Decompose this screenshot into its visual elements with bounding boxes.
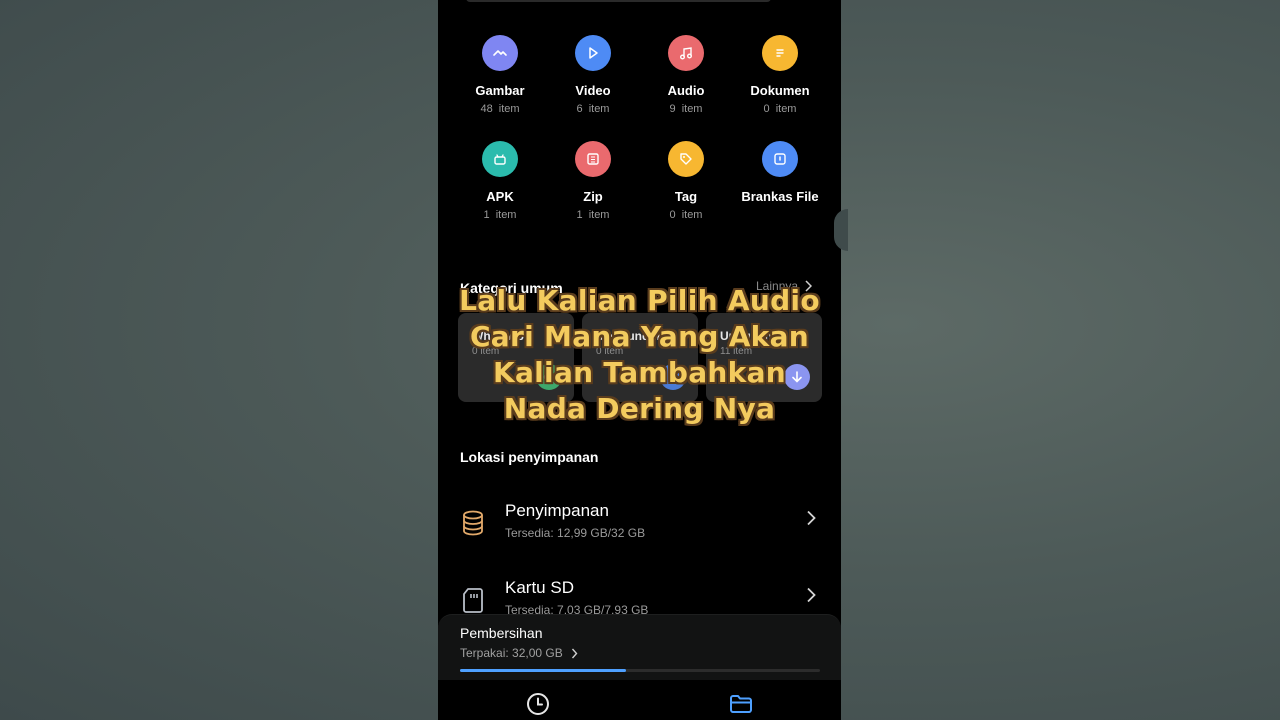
category-vault[interactable]: Brankas File bbox=[725, 141, 835, 209]
video-caption-overlay: Lalu Kalian Pilih Audio Cari Mana Yang A… bbox=[438, 283, 841, 427]
chevron-right-icon bbox=[807, 510, 816, 526]
tag-icon bbox=[668, 141, 704, 177]
search-bar[interactable] bbox=[466, 0, 771, 2]
storage-internal[interactable]: Penyimpanan Tersedia: 12,99 GB/32 GB bbox=[438, 501, 841, 561]
storage-usage-fill bbox=[460, 669, 626, 672]
android-icon bbox=[482, 141, 518, 177]
chevron-right-icon bbox=[571, 648, 578, 658]
storage-name: Kartu SD bbox=[505, 578, 574, 597]
caption-line: Lalu Kalian Pilih Audio bbox=[459, 284, 820, 317]
music-icon bbox=[668, 35, 704, 71]
vault-icon bbox=[762, 141, 798, 177]
caption-line: Nada Dering Nya bbox=[503, 392, 776, 425]
cleanup-title: Pembersihan bbox=[460, 625, 543, 641]
image-icon bbox=[482, 35, 518, 71]
chevron-right-icon bbox=[807, 587, 816, 603]
edge-panel-handle[interactable] bbox=[834, 209, 848, 251]
folder-icon[interactable] bbox=[728, 691, 754, 717]
category-label: Dokumen bbox=[750, 83, 810, 98]
bottom-navigation bbox=[438, 680, 841, 720]
cleanup-used-label: Terpakai: 32,00 GB bbox=[460, 646, 563, 660]
storage-usage-bar bbox=[460, 669, 820, 672]
file-manager-screen: Gambar 48 item Video 6 item Audio 9 item… bbox=[438, 0, 841, 720]
section-title-locations: Lokasi penyimpanan bbox=[460, 449, 599, 465]
caption-line: Cari Mana Yang Akan bbox=[469, 320, 810, 353]
sd-card-icon bbox=[463, 588, 483, 613]
caption-line: Kalian Tambahkan bbox=[492, 356, 787, 389]
category-documents[interactable]: Dokumen 0 item bbox=[725, 35, 835, 115]
storage-detail: Tersedia: 12,99 GB/32 GB bbox=[505, 526, 646, 540]
document-icon bbox=[762, 35, 798, 71]
category-count: 0 item bbox=[669, 209, 703, 221]
recent-clock-icon[interactable] bbox=[525, 691, 551, 717]
archive-icon bbox=[575, 141, 611, 177]
play-icon bbox=[575, 35, 611, 71]
cleanup-panel[interactable]: Pembersihan Terpakai: 32,00 GB bbox=[438, 614, 841, 681]
cleanup-usage: Terpakai: 32,00 GB bbox=[460, 646, 578, 660]
database-icon bbox=[463, 510, 483, 536]
storage-name: Penyimpanan bbox=[505, 501, 609, 520]
category-count: 0 item bbox=[763, 103, 797, 115]
category-label: Brankas File bbox=[741, 189, 819, 204]
